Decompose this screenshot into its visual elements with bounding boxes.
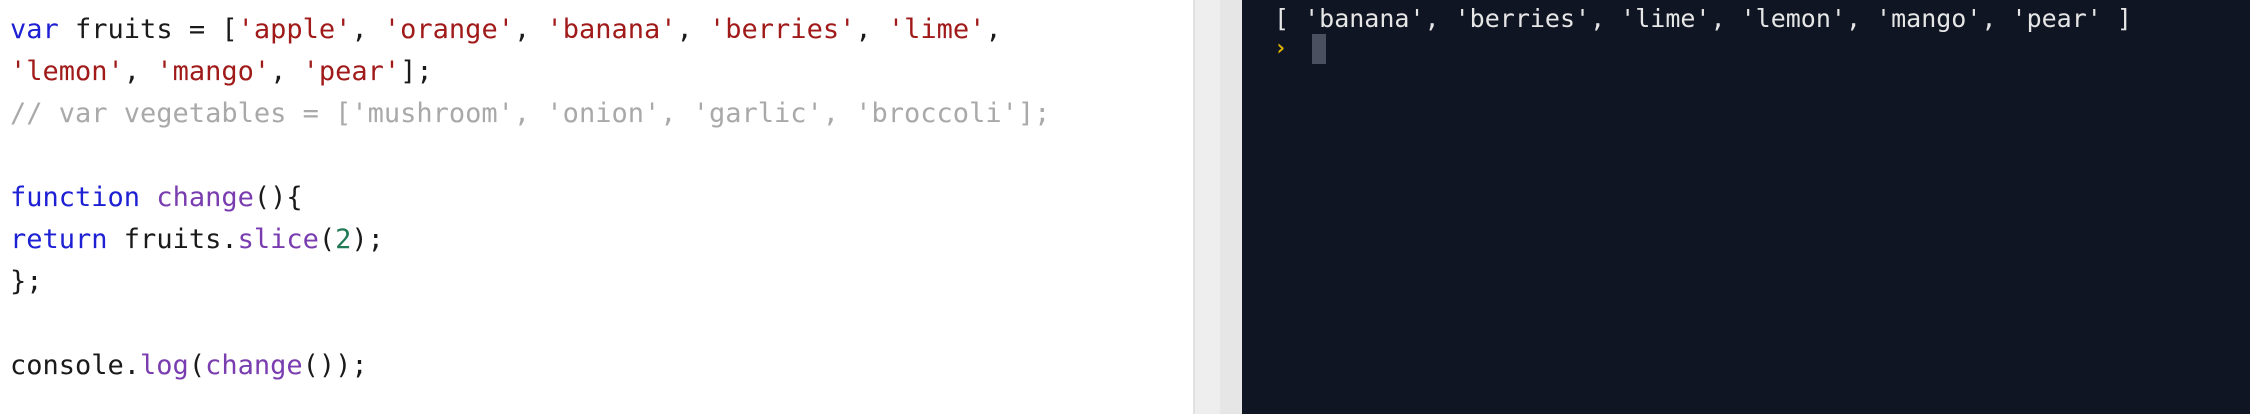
code-text: (	[188, 350, 206, 381]
code-string: 'berries'	[709, 14, 856, 45]
code-function: log	[140, 350, 189, 381]
code-text: ,	[985, 14, 1002, 45]
code-text: fruits.	[107, 224, 238, 255]
console-prompt[interactable]: ›	[1274, 32, 1326, 66]
code-string: 'apple'	[237, 14, 352, 45]
prompt-chevron-icon: ›	[1274, 36, 1288, 61]
console-panel[interactable]: [ 'banana', 'berries', 'lime', 'lemon', …	[1242, 0, 2250, 414]
playground-app: var fruits = ['apple', 'orange', 'banana…	[0, 0, 2250, 414]
code-blank-line[interactable]	[10, 303, 1050, 345]
code-string: 'lime'	[887, 14, 986, 45]
code-text: (){	[253, 182, 303, 213]
pane-resize-handle[interactable]	[1220, 0, 1242, 414]
code-text: );	[351, 224, 384, 255]
code-function: change	[156, 182, 254, 213]
code-number: 2	[335, 224, 352, 255]
console-output-line: [ 'banana', 'berries', 'lime', 'lemon', …	[1274, 4, 2132, 33]
code-keyword: var	[10, 14, 59, 45]
code-string: 'banana'	[546, 14, 677, 45]
code-comment: // var vegetables = ['mushroom', 'onion'…	[10, 98, 1051, 129]
code-comment-line[interactable]: // var vegetables = ['mushroom', 'onion'…	[10, 93, 1050, 135]
code-line[interactable]: return fruits.slice(2);	[10, 219, 1050, 261]
code-text: };	[10, 266, 43, 297]
code-text: ,	[855, 14, 888, 45]
code-text: ());	[302, 350, 368, 381]
code-text: ,	[270, 56, 303, 87]
code-line[interactable]: };	[10, 261, 1050, 303]
code-text: ,	[676, 14, 710, 45]
code-text: ];	[400, 56, 433, 87]
code-line[interactable]: var fruits = ['apple', 'orange', 'banana…	[10, 9, 1050, 51]
code-text: console.	[10, 350, 141, 381]
code-string: 'mango'	[156, 56, 271, 87]
code-keyword: function	[10, 182, 141, 213]
code-string: 'lemon'	[10, 56, 124, 87]
code-string: 'orange'	[383, 14, 514, 45]
code-line[interactable]: console.log(change());	[10, 345, 1050, 387]
console-cursor[interactable]	[1312, 34, 1326, 64]
code-function: slice	[237, 224, 319, 255]
code-content[interactable]: var fruits = ['apple', 'orange', 'banana…	[10, 9, 1050, 387]
code-string: 'pear'	[302, 56, 401, 87]
code-function: change	[205, 350, 303, 381]
code-editor[interactable]: var fruits = ['apple', 'orange', 'banana…	[0, 0, 1194, 414]
code-text: (	[318, 224, 336, 255]
code-keyword: return	[10, 224, 108, 255]
code-text: fruits = [	[58, 14, 238, 45]
code-line[interactable]: 'lemon', 'mango', 'pear'];	[10, 51, 1050, 93]
code-line[interactable]: function change(){	[10, 177, 1050, 219]
code-blank-line[interactable]	[10, 135, 1050, 177]
code-text: ,	[123, 56, 157, 87]
code-text: ,	[351, 14, 384, 45]
code-text: ,	[513, 14, 547, 45]
